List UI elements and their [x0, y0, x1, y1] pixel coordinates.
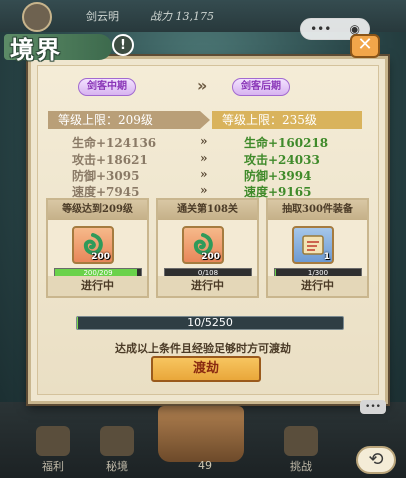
task-title: 等级达到209级	[48, 200, 147, 220]
nav-label: 挑战	[290, 460, 312, 473]
task-card-stage: 通关第108关 200 0/108 进行中	[156, 198, 259, 298]
stat-old: 生命+124136	[72, 136, 157, 150]
stat-arrow-icon: »	[200, 151, 208, 165]
stat-old: 防御+3095	[72, 169, 140, 183]
condition-hint: 达成以上条件且经验足够时方可渡劫	[115, 342, 291, 355]
current-stage-badge: 剑客中期	[78, 78, 136, 96]
player-name: 剑云明	[86, 10, 119, 23]
task-item-slot[interactable]: 1	[292, 226, 334, 264]
stat-arrow-icon: »	[200, 134, 208, 148]
current-level-limit: 等级上限：209级	[48, 111, 200, 129]
gift-icon	[36, 426, 70, 456]
nav-item-challenge[interactable]: 挑战	[278, 426, 324, 474]
task-item-slot[interactable]: 200	[72, 226, 114, 264]
info-icon[interactable]: !	[112, 34, 134, 56]
stat-new: 防御+3994	[244, 169, 312, 183]
stat-row-attack: 攻击+18621 » 攻击+24033	[0, 151, 406, 167]
level-label: 49	[198, 459, 212, 472]
stat-new: 攻击+24033	[244, 153, 320, 167]
task-title: 抽取300件装备	[268, 200, 367, 220]
close-button[interactable]: ✕	[350, 34, 380, 58]
item-count: 200	[91, 252, 110, 262]
progress-text: 200/209	[83, 269, 113, 277]
task-title: 通关第108关	[158, 200, 257, 220]
experience-bar: 10/5250	[76, 316, 344, 330]
experience-text: 10/5250	[187, 316, 233, 329]
limit-chevron-icon	[200, 111, 210, 129]
nav-label: 秘境	[106, 460, 128, 473]
task-status: 进行中	[268, 276, 367, 296]
stat-old: 攻击+18621	[72, 153, 148, 167]
task-status: 进行中	[48, 276, 147, 296]
stage-arrow-icon: »	[197, 76, 208, 95]
task-item-slot[interactable]: 200	[182, 226, 224, 264]
stat-row-speed: 速度+7945 » 速度+9165	[0, 183, 406, 199]
task-status: 进行中	[158, 276, 257, 296]
stat-new: 生命+160218	[244, 136, 329, 150]
nav-label: 福利	[42, 460, 64, 473]
nav-item-welfare[interactable]: 福利	[30, 426, 76, 474]
cauldron-image	[158, 406, 244, 462]
realm-icon	[100, 426, 134, 456]
stat-row-defense: 防御+3095 » 防御+3994	[0, 167, 406, 183]
bottom-nav: 福利 秘境 49 挑战	[0, 402, 406, 478]
more-button[interactable]: •••	[310, 22, 331, 36]
progress-text: 1/300	[307, 269, 329, 277]
power-text: 战力 13,175	[150, 10, 214, 23]
swords-icon	[284, 426, 318, 456]
item-count: 200	[201, 252, 220, 262]
avatar[interactable]	[22, 2, 52, 32]
task-card-equipment: 抽取300件装备 1 1/300 进行中	[266, 198, 369, 298]
back-button[interactable]: ⟲	[356, 446, 396, 474]
tribulation-button[interactable]: 渡劫	[151, 356, 261, 382]
stat-arrow-icon: »	[200, 183, 208, 197]
next-level-limit: 等级上限：235级	[212, 111, 362, 129]
stat-arrow-icon: »	[200, 167, 208, 181]
stat-row-hp: 生命+124136 » 生命+160218	[0, 134, 406, 150]
chat-icon[interactable]: •••	[360, 400, 386, 414]
nav-item-secret-realm[interactable]: 秘境	[94, 426, 140, 474]
dialog-title: 境界	[10, 35, 62, 64]
item-count: 1	[323, 252, 330, 262]
progress-text: 0/108	[197, 269, 219, 277]
next-stage-badge: 剑客后期	[232, 78, 290, 96]
task-card-level: 等级达到209级 200 200/209 进行中	[46, 198, 149, 298]
